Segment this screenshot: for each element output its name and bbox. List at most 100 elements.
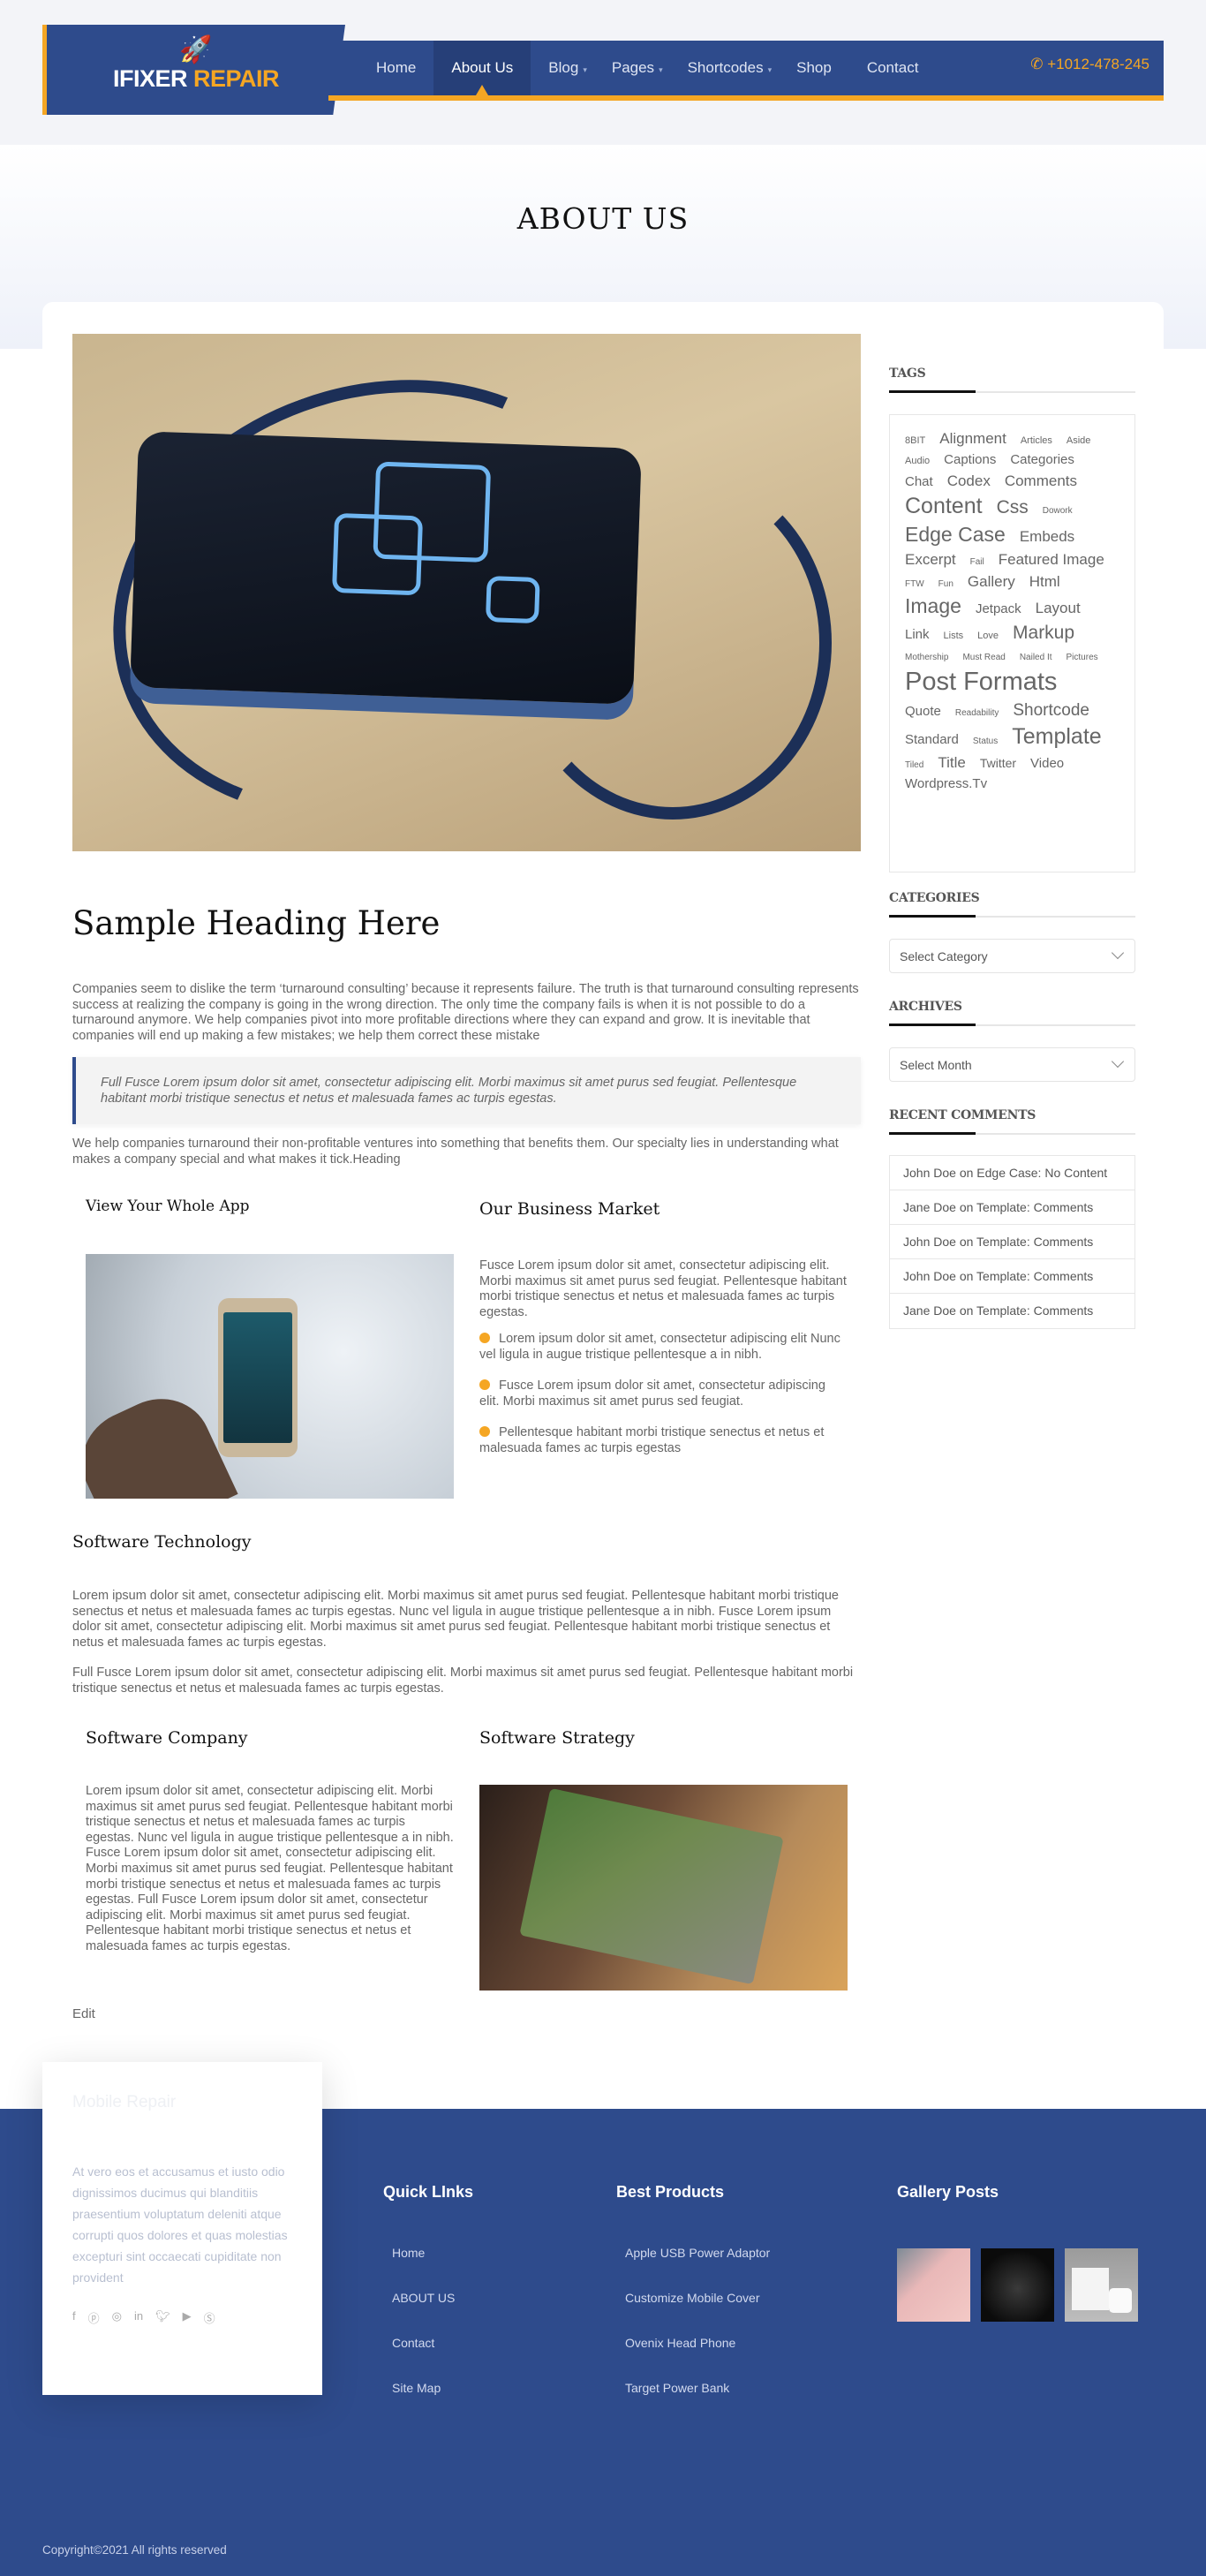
- tag-link[interactable]: Quote: [905, 705, 941, 718]
- tag-link[interactable]: Tiled: [905, 761, 923, 770]
- widget-title: RECENT COMMENTS: [889, 1108, 1036, 1122]
- tag-link[interactable]: Pictures: [1067, 653, 1098, 662]
- instagram-icon[interactable]: ◎: [112, 2309, 122, 2326]
- tag-link[interactable]: Fail: [970, 558, 984, 567]
- tag-link[interactable]: Standard: [905, 733, 959, 746]
- youtube-icon[interactable]: ▶: [183, 2309, 192, 2326]
- tag-link[interactable]: Title: [938, 755, 966, 770]
- product-link[interactable]: Customize Mobile Cover: [625, 2291, 760, 2305]
- tag-link[interactable]: Content: [905, 495, 983, 517]
- nav-home[interactable]: Home: [358, 41, 433, 95]
- tag-link[interactable]: Articles: [1021, 436, 1052, 446]
- tag-link[interactable]: Layout: [1036, 601, 1081, 616]
- categories-widget-header: CATEGORIES: [889, 891, 1135, 918]
- tag-link[interactable]: Fun: [938, 580, 953, 589]
- gallery-thumbnail[interactable]: [897, 2248, 970, 2322]
- twitter-icon[interactable]: 🐦︎: [155, 2309, 170, 2326]
- tag-link[interactable]: Nailed It: [1020, 653, 1052, 662]
- company-text: Lorem ipsum dolor sit amet, consectetur …: [86, 1784, 454, 1953]
- tag-link[interactable]: Link: [905, 628, 930, 641]
- product-link[interactable]: Target Power Bank: [625, 2381, 729, 2395]
- tag-link[interactable]: Must Read: [962, 653, 1005, 662]
- tag-link[interactable]: Image: [905, 596, 961, 616]
- tag-link[interactable]: Edge Case: [905, 525, 1006, 545]
- tag-link[interactable]: Markup: [1013, 623, 1074, 642]
- nav-about-us[interactable]: About Us: [433, 41, 531, 95]
- tag-link[interactable]: Post Formats: [905, 669, 1057, 695]
- site-logo[interactable]: 🚀 IFIXER REPAIR: [42, 25, 345, 115]
- chevron-down-icon: ▾: [583, 65, 587, 74]
- phone-link[interactable]: ✆ +1012-478-245: [1030, 41, 1149, 88]
- copyright: Copyright©2021 All rights reserved: [42, 2543, 227, 2557]
- bullet-text: Lorem ipsum dolor sit amet, consectetur …: [479, 1332, 840, 1362]
- tag-link[interactable]: Mothership: [905, 653, 948, 662]
- tag-link[interactable]: Aside: [1067, 436, 1091, 446]
- column-heading: View Your Whole App: [86, 1197, 250, 1215]
- tag-link[interactable]: Css: [997, 498, 1029, 517]
- nav-pages[interactable]: Pages ▾: [605, 41, 681, 95]
- comment-link[interactable]: John Doe on Template: Comments: [890, 1225, 1134, 1259]
- tag-link[interactable]: Codex: [947, 473, 991, 488]
- tag-link[interactable]: Readability: [955, 709, 999, 718]
- footer-link[interactable]: Home: [392, 2246, 425, 2260]
- tag-link[interactable]: Jetpack: [976, 602, 1021, 616]
- comment-link[interactable]: Jane Doe on Template: Comments: [890, 1294, 1134, 1328]
- tag-link[interactable]: Categories: [1010, 453, 1074, 466]
- tag-link[interactable]: Status: [973, 737, 998, 746]
- tag-link[interactable]: Gallery: [968, 574, 1015, 589]
- footer-link[interactable]: Site Map: [392, 2381, 441, 2395]
- skype-icon[interactable]: Ⓢ: [204, 2309, 215, 2326]
- product-link[interactable]: Ovenix Head Phone: [625, 2336, 735, 2350]
- tag-link[interactable]: Wordpress.Tv: [905, 777, 987, 790]
- nav-contact[interactable]: Contact: [849, 41, 937, 95]
- tag-link[interactable]: Html: [1029, 574, 1060, 589]
- facebook-icon[interactable]: f: [72, 2309, 76, 2326]
- paragraph: Lorem ipsum dolor sit amet, consectetur …: [72, 1589, 839, 1650]
- linkedin-icon[interactable]: in: [134, 2309, 143, 2326]
- tags-widget-header: TAGS: [889, 366, 1135, 393]
- footer-link[interactable]: Contact: [392, 2336, 434, 2350]
- pinterest-icon[interactable]: ⓟ: [88, 2309, 100, 2326]
- tag-link[interactable]: Audio: [905, 457, 930, 466]
- recent-comments-list: John Doe on Edge Case: No Content Jane D…: [889, 1155, 1135, 1329]
- tag-link[interactable]: Captions: [944, 453, 996, 466]
- nav-shop[interactable]: Shop: [789, 41, 849, 95]
- chevron-down-icon: ▾: [659, 65, 663, 74]
- tag-link[interactable]: Chat: [905, 475, 933, 488]
- tag-link[interactable]: Excerpt: [905, 552, 956, 567]
- tag-link[interactable]: Comments: [1005, 473, 1077, 488]
- tag-link[interactable]: Twitter: [980, 757, 1016, 769]
- nav-shortcodes[interactable]: Shortcodes ▾: [681, 41, 790, 95]
- tag-link[interactable]: Lists: [944, 631, 964, 641]
- tag-link[interactable]: Embeds: [1020, 529, 1074, 544]
- tag-link[interactable]: Featured Image: [999, 552, 1104, 567]
- archive-select[interactable]: Select Month: [889, 1047, 1135, 1082]
- section-heading: Software Technology: [72, 1532, 252, 1552]
- tag-link[interactable]: Shortcode: [1013, 702, 1089, 719]
- category-select[interactable]: Select Category: [889, 939, 1135, 973]
- tag-link[interactable]: Video: [1030, 757, 1064, 770]
- bullet-item: Fusce Lorem ipsum dolor sit amet, consec…: [479, 1379, 848, 1409]
- tag-link[interactable]: Template: [1012, 726, 1101, 748]
- section-heading: Sample Heading Here: [72, 904, 441, 942]
- product-link[interactable]: Apple USB Power Adaptor: [625, 2246, 770, 2260]
- tag-link[interactable]: Dowork: [1043, 507, 1073, 516]
- comment-link[interactable]: John Doe on Template: Comments: [890, 1259, 1134, 1294]
- tag-link[interactable]: FTW: [905, 580, 924, 589]
- tag-link[interactable]: 8BIT: [905, 436, 925, 446]
- footer-link[interactable]: ABOUT US: [392, 2291, 455, 2305]
- blockquote: Full Fusce Lorem ipsum dolor sit amet, c…: [72, 1057, 861, 1124]
- phone-icon: ✆: [1030, 56, 1044, 72]
- gallery-thumbnail[interactable]: [981, 2248, 1054, 2322]
- gallery-thumbnail[interactable]: [1065, 2248, 1138, 2322]
- edit-link[interactable]: Edit: [72, 2006, 95, 2021]
- nav-blog[interactable]: Blog ▾: [531, 41, 605, 95]
- tag-link[interactable]: Love: [977, 631, 999, 641]
- paragraph: Full Fusce Lorem ipsum dolor sit amet, c…: [72, 1666, 854, 1696]
- comment-link[interactable]: Jane Doe on Template: Comments: [890, 1190, 1134, 1225]
- tag-link[interactable]: Alignment: [939, 431, 1006, 446]
- comment-link[interactable]: John Doe on Edge Case: No Content: [890, 1156, 1134, 1190]
- tag-cloud: 8BIT Alignment Articles Aside Audio Captions C…: [889, 414, 1135, 873]
- recent-comments-header: RECENT COMMENTS: [889, 1108, 1135, 1135]
- chevron-down-icon: [1111, 1054, 1125, 1069]
